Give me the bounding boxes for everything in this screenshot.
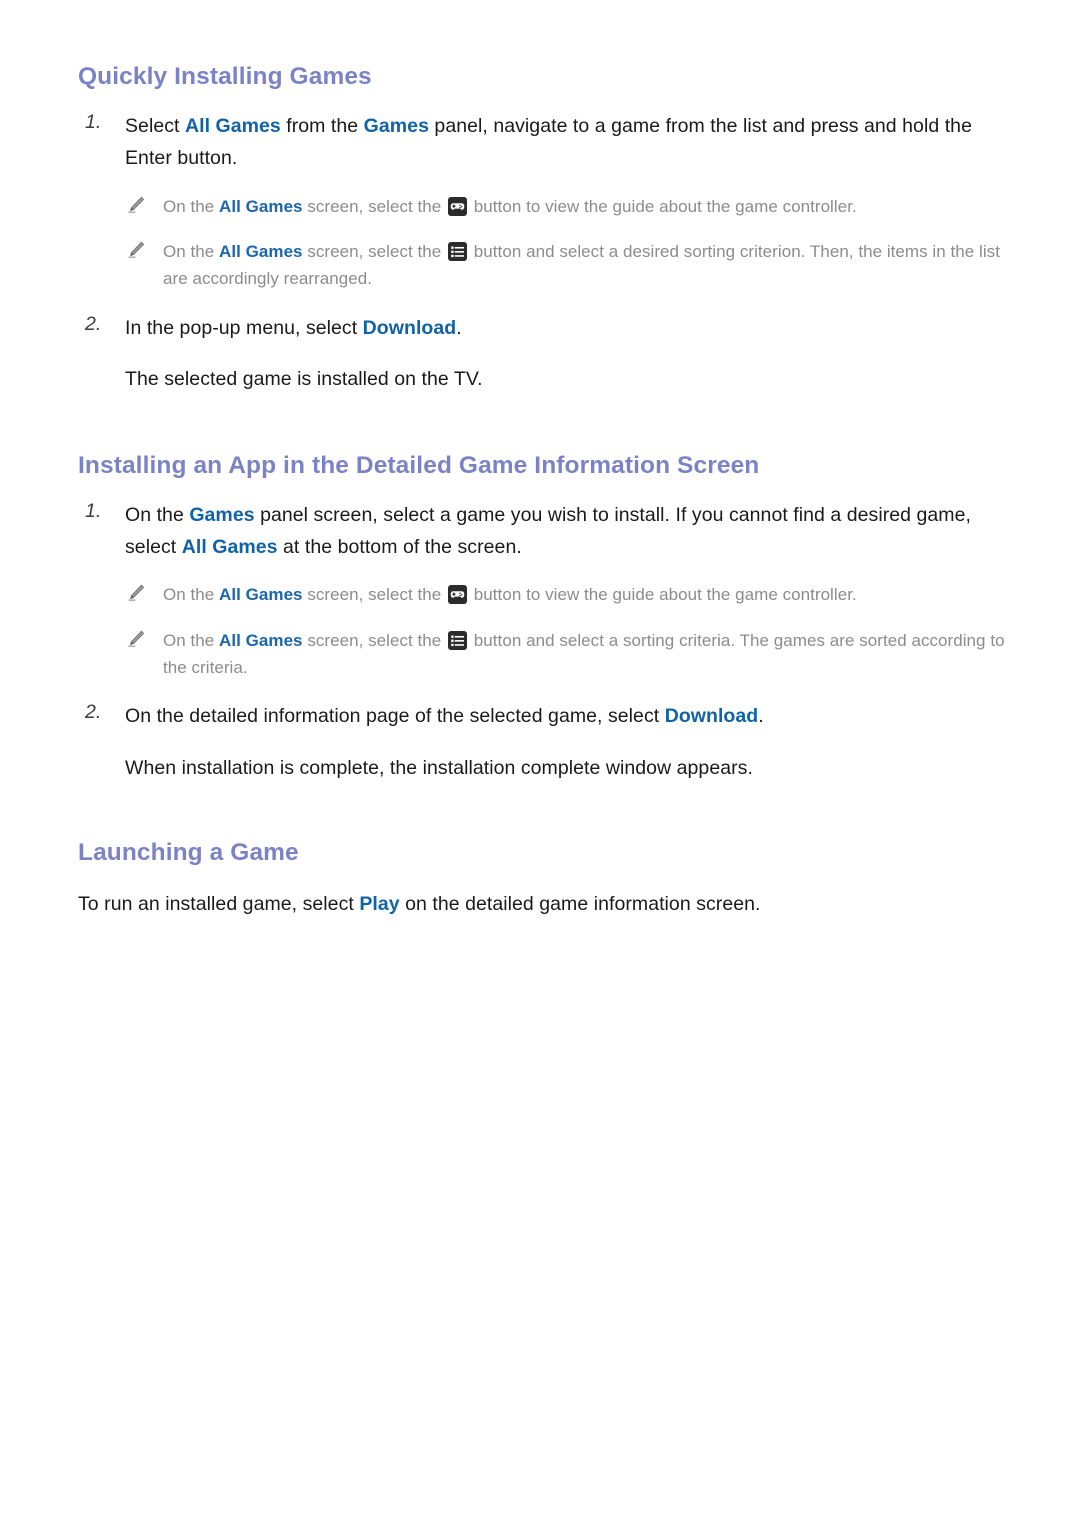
inline-menu-reference[interactable]: All Games — [182, 536, 278, 558]
section-heading: Launching a Game — [78, 838, 299, 866]
sort-list-icon — [448, 631, 468, 650]
body-text-run: In the pop-up menu, select — [125, 316, 363, 339]
section-paragraph: To run an installed game, select Play on… — [78, 889, 1020, 921]
gamepad-icon — [448, 585, 468, 605]
body-text-run: screen, select the — [302, 631, 447, 650]
step-item: 1. Select All Games from the Games panel,… — [78, 111, 1020, 174]
inline-menu-reference[interactable]: All Games — [219, 585, 303, 604]
body-text-run: button to view the guide about the game … — [469, 196, 857, 216]
step-text: In the pop-up menu, select Download. — [125, 313, 1020, 345]
step-text: On the detailed information page of the … — [125, 701, 1020, 733]
note-list: On the All Games screen, select the butt… — [78, 194, 1020, 293]
inline-menu-reference[interactable]: All Games — [185, 115, 281, 137]
body-text-run: On the detailed information page of the … — [125, 705, 665, 728]
gamepad-icon — [448, 196, 468, 216]
section-heading: Installing an App in the Detailed Game I… — [78, 451, 760, 479]
document-page: Quickly Installing Games 1. Select All Gam… — [0, 0, 1080, 1527]
body-text-run: button to view the guide about the game … — [469, 585, 857, 605]
pencil-icon — [126, 583, 146, 603]
document-section: Launching a Game To run an installed game… — [78, 838, 1020, 921]
body-text-run: at the bottom of the screen. — [277, 535, 522, 558]
body-text-run: screen, select the — [302, 242, 447, 262]
inline-menu-reference[interactable]: Download — [363, 317, 457, 339]
inline-menu-reference[interactable]: Download — [665, 705, 759, 727]
step-item: 2. In the pop-up menu, select Download. Th… — [78, 313, 1020, 396]
body-text-run: On the — [163, 631, 220, 650]
inline-menu-reference[interactable]: Play — [359, 893, 399, 915]
note-item: On the All Games screen, select the butt… — [78, 582, 1020, 609]
body-text-run: . — [758, 705, 764, 728]
document-section: Installing an App in the Detailed Game I… — [78, 451, 1020, 785]
note-item: On the All Games screen, select the butt… — [78, 194, 1020, 221]
step-text: On the Games panel screen, select a game… — [125, 500, 1020, 563]
step-number: 1. — [85, 111, 102, 134]
step-number: 1. — [85, 500, 102, 523]
pencil-icon — [126, 240, 146, 260]
body-text-run: Select — [125, 115, 185, 138]
step-item: 1. On the Games panel screen, select a ga… — [78, 500, 1020, 563]
step-list: 1. Select All Games from the Games panel,… — [78, 111, 1020, 395]
step-text: Select All Games from the Games panel, n… — [125, 111, 1020, 174]
note-item: On the All Games screen, select the butt… — [78, 628, 1020, 681]
body-text-run: To run an installed game, select — [78, 892, 360, 915]
pencil-icon — [126, 195, 146, 215]
step-item: 2. On the detailed information page of th… — [78, 701, 1020, 784]
note-list: On the All Games screen, select the butt… — [78, 582, 1020, 681]
body-text-run: . — [456, 316, 462, 339]
body-text-run: On the — [163, 196, 220, 216]
inline-menu-reference[interactable]: All Games — [219, 242, 303, 261]
inline-menu-reference[interactable]: Games — [189, 504, 254, 526]
document-content: Quickly Installing Games 1. Select All Gam… — [78, 62, 1020, 921]
sort-list-icon — [448, 242, 468, 262]
inline-menu-reference[interactable]: Games — [364, 115, 429, 137]
document-section: Quickly Installing Games 1. Select All Gam… — [78, 62, 1020, 396]
body-text-run: from the — [280, 115, 364, 138]
note-item: On the All Games screen, select the butt… — [78, 239, 1020, 292]
body-text-run: On the — [125, 504, 190, 527]
body-text-run: screen, select the — [302, 196, 447, 216]
step-list: 1. On the Games panel screen, select a ga… — [78, 500, 1020, 784]
step-result-text: When installation is complete, the insta… — [125, 756, 753, 779]
step-result-text: The selected game is installed on the TV… — [125, 368, 483, 391]
inline-menu-reference[interactable]: All Games — [219, 631, 303, 650]
pencil-icon — [126, 629, 146, 649]
step-number: 2. — [85, 701, 102, 724]
inline-menu-reference[interactable]: All Games — [219, 197, 303, 216]
body-text-run: screen, select the — [302, 585, 447, 605]
body-text-run: On the — [163, 585, 220, 605]
section-heading: Quickly Installing Games — [78, 63, 372, 90]
step-number: 2. — [85, 312, 102, 335]
body-text-run: On the — [163, 242, 220, 262]
body-text-run: on the detailed game information screen. — [399, 892, 761, 915]
